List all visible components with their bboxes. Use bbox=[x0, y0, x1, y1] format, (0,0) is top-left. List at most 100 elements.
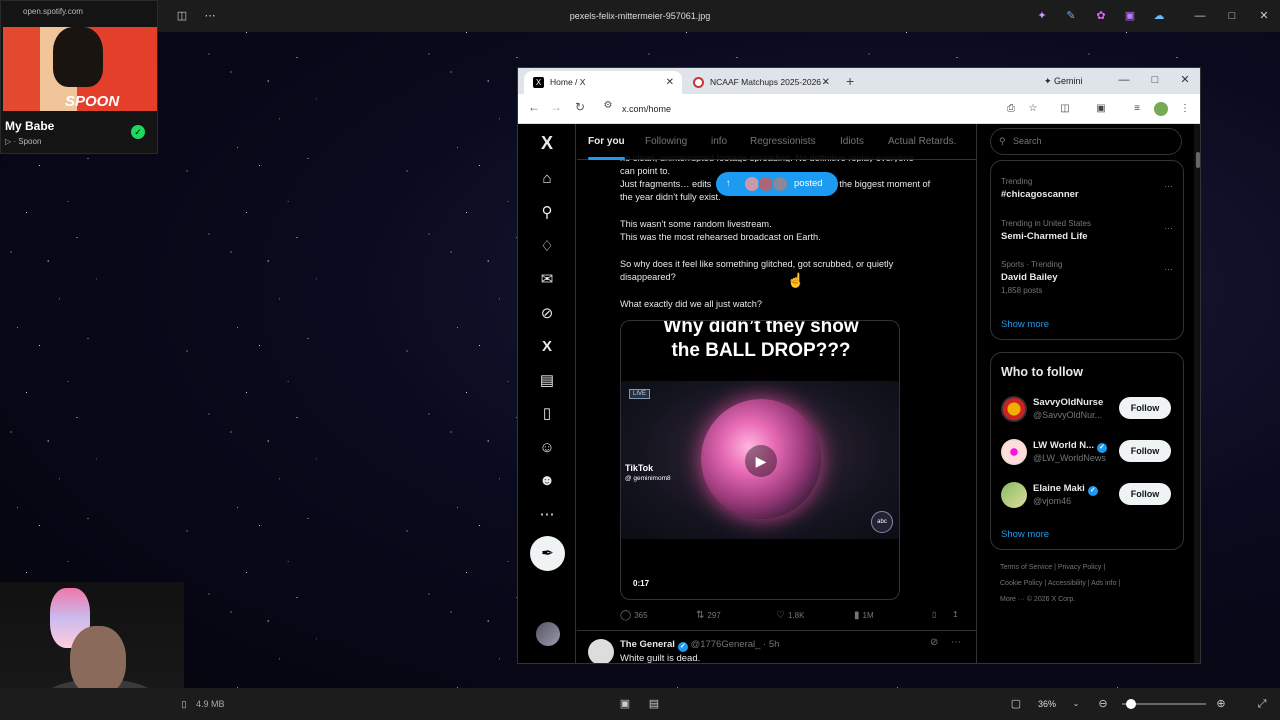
x-logo-icon[interactable]: X bbox=[536, 132, 558, 154]
follow-button[interactable]: Follow bbox=[1119, 440, 1171, 462]
install-icon[interactable]: ⎙ bbox=[1004, 102, 1018, 116]
footer-row[interactable]: Terms of Service | Privacy Policy | bbox=[1000, 560, 1180, 576]
profile-icon[interactable]: ☻ bbox=[536, 470, 558, 492]
repost-button[interactable]: ⇅ 297 bbox=[696, 610, 721, 621]
post-avatar[interactable] bbox=[588, 639, 614, 663]
extensions-icon[interactable]: ◫ bbox=[1058, 102, 1072, 116]
tab-idiots[interactable]: Idiots bbox=[840, 124, 864, 160]
new-tab-icon[interactable]: + bbox=[846, 71, 854, 91]
communities-icon[interactable]: ☺ bbox=[536, 437, 558, 459]
footer-row[interactable]: More ··· © 2026 X Corp. bbox=[1000, 592, 1180, 608]
clipchamp-icon[interactable]: ▣ bbox=[1122, 8, 1138, 24]
premium-x-icon[interactable]: X bbox=[536, 336, 558, 358]
tab-ncaaf[interactable]: NCAAF Matchups 2025-2026 - ✕ bbox=[684, 71, 838, 94]
scrollbar-thumb[interactable] bbox=[1196, 152, 1200, 168]
like-button[interactable]: ♡ 1.8K bbox=[776, 610, 804, 621]
lists-icon[interactable]: ▤ bbox=[536, 370, 558, 392]
split-view-icon[interactable]: ▣ bbox=[1094, 102, 1108, 116]
back-icon[interactable]: ← bbox=[526, 100, 542, 114]
post-more-icon[interactable]: ⋯ bbox=[951, 637, 961, 648]
search-input[interactable]: ⚲ Search bbox=[990, 128, 1182, 155]
footer-links[interactable]: Terms of Service | Privacy Policy | Cook… bbox=[1000, 560, 1180, 608]
follow-button[interactable]: Follow bbox=[1119, 397, 1171, 419]
messages-envelope-icon[interactable]: ✉ bbox=[536, 269, 558, 291]
share-icon[interactable]: ↥ bbox=[952, 610, 959, 619]
grok-icon[interactable]: ⊘ bbox=[536, 303, 558, 325]
footer-row[interactable]: Cookie Policy | Accessibility | Ads info… bbox=[1000, 576, 1180, 592]
designer-icon[interactable]: ✿ bbox=[1093, 8, 1109, 24]
cloud-icon[interactable]: ☁ bbox=[1151, 8, 1167, 24]
bookmarks-icon[interactable]: ▯ bbox=[536, 403, 558, 425]
close-icon[interactable]: ✕ bbox=[1248, 0, 1280, 32]
next-post[interactable]: The General ✓ @1776General_ · 5h White gu… bbox=[577, 630, 976, 663]
gemini-button[interactable]: ✦ Gemini bbox=[1044, 72, 1083, 90]
tab-actual-retards[interactable]: Actual Retards. bbox=[888, 124, 956, 160]
compose-post-button[interactable]: ✒ bbox=[530, 536, 565, 571]
edit-icon[interactable]: ✎ bbox=[1063, 8, 1079, 24]
page-scrollbar[interactable] bbox=[1194, 124, 1200, 663]
follow-suggestion[interactable]: SavvyOldNurse @SavvyOldNur... Follow bbox=[1001, 391, 1177, 427]
home-icon[interactable]: ⌂ bbox=[536, 168, 558, 190]
trend-item[interactable]: Sports · Trending David Bailey 1,858 pos… bbox=[1001, 260, 1171, 295]
info-icon[interactable]: ▤ bbox=[646, 696, 662, 712]
explore-search-icon[interactable]: ⚲ bbox=[536, 202, 558, 224]
fullscreen-icon[interactable]: ⤢ bbox=[1254, 696, 1270, 712]
zoom-in-icon[interactable]: ⊕ bbox=[1213, 696, 1229, 712]
show-more-follow[interactable]: Show more bbox=[1001, 529, 1049, 540]
trend-more-icon[interactable]: ⋯ bbox=[1164, 264, 1173, 275]
account-avatar[interactable] bbox=[536, 622, 560, 646]
grok-post-icon[interactable]: ⊘ bbox=[930, 637, 938, 648]
reading-list-icon[interactable]: ≡ bbox=[1130, 102, 1144, 116]
post-author[interactable]: The General ✓ @1776General_ · 5h bbox=[620, 639, 779, 652]
spotify-miniplayer[interactable]: open.spotify.com SPOON My Babe ▷ · Spoon… bbox=[0, 0, 158, 154]
zoom-slider[interactable] bbox=[1122, 699, 1206, 709]
forward-icon[interactable]: → bbox=[548, 100, 564, 114]
url-field[interactable]: x.com/home bbox=[622, 94, 671, 124]
saved-check-icon[interactable]: ✓ bbox=[131, 125, 145, 139]
zoom-value[interactable]: 36% bbox=[1038, 688, 1056, 720]
actual-size-icon[interactable]: ▢ bbox=[1008, 696, 1024, 712]
more-circle-icon[interactable]: ⋯ bbox=[536, 504, 558, 526]
maximize-icon[interactable]: □ bbox=[1216, 0, 1248, 32]
play-icon[interactable]: ▶ bbox=[745, 445, 777, 477]
zoom-out-icon[interactable]: ⊖ bbox=[1095, 696, 1111, 712]
zoom-dropdown-icon[interactable]: ⌄ bbox=[1068, 696, 1084, 712]
menu-icon[interactable]: ⋮ bbox=[1178, 102, 1192, 116]
tab-home-x[interactable]: X Home / X ✕ bbox=[524, 71, 682, 94]
follow-suggestion[interactable]: LW World N... ✓ @LW_WorldNews Follow bbox=[1001, 434, 1177, 470]
new-posts-pill[interactable]: ↑ posted bbox=[716, 172, 838, 196]
copilot-icon[interactable]: ✦ bbox=[1034, 8, 1050, 24]
browser-maximize-icon[interactable]: □ bbox=[1140, 68, 1170, 94]
suggestion-avatar[interactable] bbox=[1001, 396, 1027, 422]
zoom-slider-knob[interactable] bbox=[1126, 699, 1137, 709]
tab-for-you[interactable]: For you bbox=[588, 124, 625, 160]
tab-following[interactable]: Following bbox=[645, 124, 687, 160]
minimize-icon[interactable]: — bbox=[1184, 0, 1216, 32]
follow-suggestion[interactable]: Elaine Maki ✓ @vjom46 Follow bbox=[1001, 477, 1177, 513]
trend-more-icon[interactable]: ⋯ bbox=[1164, 181, 1173, 192]
tab-regressionists[interactable]: Regressionists bbox=[750, 124, 816, 160]
suggestion-avatar[interactable] bbox=[1001, 439, 1027, 465]
tab-close-icon[interactable]: ✕ bbox=[666, 71, 674, 94]
profile-avatar[interactable] bbox=[1154, 102, 1168, 116]
bookmark-star-icon[interactable]: ☆ bbox=[1026, 102, 1040, 116]
notifications-bell-icon[interactable]: ♢ bbox=[536, 236, 558, 258]
browser-close-icon[interactable]: ✕ bbox=[1170, 68, 1200, 94]
post-video[interactable]: Why didn’t they show the BALL DROP??? LI… bbox=[620, 320, 900, 600]
reply-button[interactable]: ◯ 365 bbox=[620, 610, 648, 621]
trend-item[interactable]: Trending in United States Semi-Charmed L… bbox=[1001, 219, 1171, 242]
trend-more-icon[interactable]: ⋯ bbox=[1164, 223, 1173, 234]
trend-item[interactable]: Trending #chicagoscanner bbox=[1001, 177, 1171, 200]
show-more-trends[interactable]: Show more bbox=[1001, 319, 1049, 330]
tab-info[interactable]: info bbox=[711, 124, 727, 160]
suggestion-avatar[interactable] bbox=[1001, 482, 1027, 508]
follow-button[interactable]: Follow bbox=[1119, 483, 1171, 505]
reload-icon[interactable]: ↻ bbox=[572, 100, 588, 114]
fit-icon[interactable]: ▣ bbox=[617, 696, 633, 712]
tiktok-watermark: TikTok bbox=[625, 463, 654, 473]
browser-minimize-icon[interactable]: — bbox=[1109, 68, 1139, 94]
tab-close-icon[interactable]: ✕ bbox=[822, 71, 830, 94]
bookmark-icon[interactable]: ▯ bbox=[932, 610, 936, 619]
views-button[interactable]: ▮ 1M bbox=[854, 610, 874, 621]
site-info-icon[interactable]: ⚙ bbox=[600, 100, 616, 111]
